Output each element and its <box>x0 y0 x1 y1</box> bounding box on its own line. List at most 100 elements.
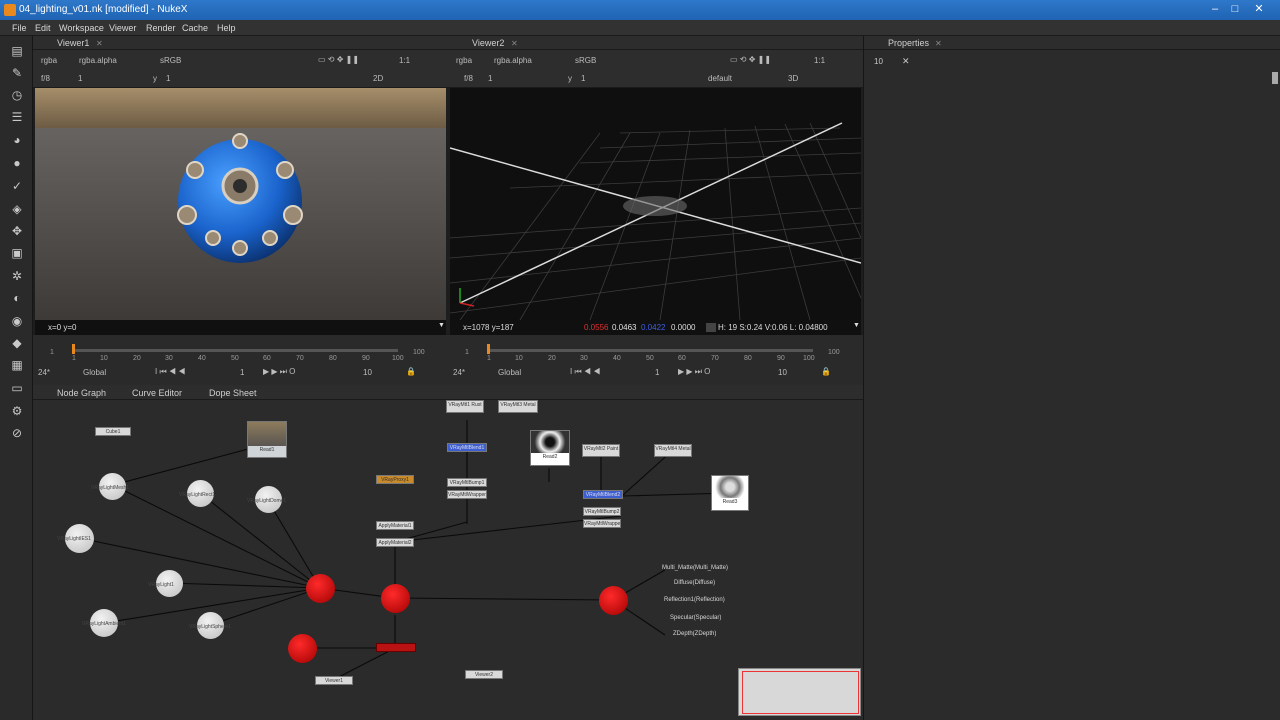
tab-viewer2[interactable]: Viewer2 <box>472 38 504 48</box>
zoom-select[interactable]: 1:1 <box>814 56 825 65</box>
read2-node[interactable]: Read2 <box>530 430 570 466</box>
viewer1-node[interactable]: Viewer1 <box>315 676 353 685</box>
lut-select[interactable]: sRGB <box>575 56 596 65</box>
close-icon[interactable]: ✕ <box>96 39 103 48</box>
camera-select[interactable]: default <box>708 74 732 83</box>
fps-select[interactable]: 24* <box>453 368 465 377</box>
menu-cache[interactable]: Cache <box>182 23 208 33</box>
furnace-tools-icon[interactable]: ⚙ <box>10 404 24 418</box>
lut-select[interactable]: sRGB <box>160 56 181 65</box>
alpha-select[interactable]: rgba.alpha <box>79 56 117 65</box>
viewer-icons[interactable]: ▭ ⟲ ✥ ❚❚ <box>318 55 359 64</box>
color-tools-icon[interactable]: ◕ <box>10 133 24 147</box>
y-field[interactable]: 1 <box>166 74 170 83</box>
current-frame[interactable]: 1 <box>240 368 244 377</box>
light-node[interactable]: VRayLight1 <box>148 570 183 597</box>
image-tools-icon[interactable]: ▤ <box>10 44 24 58</box>
pass-output[interactable]: Specular(Specular) <box>670 615 721 621</box>
vray-proxy-node[interactable]: VRayProxy1 <box>376 475 414 484</box>
menu-render[interactable]: Render <box>146 23 176 33</box>
node-graph-canvas[interactable]: Cube1 Read1 VRayLightMesh1 VRayLightRect… <box>33 400 863 720</box>
max-panels-field[interactable]: 10 <box>874 57 883 66</box>
views-tools-icon[interactable]: ◉ <box>10 314 24 328</box>
transform-tools-icon[interactable]: ✥ <box>10 224 24 238</box>
viewer2-canvas[interactable] <box>450 88 861 320</box>
playhead[interactable] <box>487 344 490 354</box>
channels-select[interactable]: rgba <box>456 56 472 65</box>
camera-node[interactable] <box>288 634 317 663</box>
alpha-select[interactable]: rgba.alpha <box>494 56 532 65</box>
close-icon[interactable]: ✕ <box>511 39 518 48</box>
vray-mtl1-node[interactable]: VRayMtl1 Rust <box>446 400 484 413</box>
tab-viewer1[interactable]: Viewer1 <box>57 38 89 48</box>
other-tools-icon[interactable]: ▭ <box>10 381 24 395</box>
apply-material1-node[interactable]: ApplyMaterial1 <box>376 521 414 530</box>
tab-curve-editor[interactable]: Curve Editor <box>132 388 182 398</box>
keyer-tools-icon[interactable]: ✓ <box>10 179 24 193</box>
frame-step[interactable]: 10 <box>363 368 372 377</box>
graph-navigator[interactable] <box>738 668 861 716</box>
fstop-select[interactable]: f/8 <box>464 74 473 83</box>
menu-file[interactable]: File <box>12 23 27 33</box>
fstop-select[interactable]: f/8 <box>41 74 50 83</box>
light-node[interactable]: VRayLightIES1 <box>57 524 94 553</box>
light-node[interactable]: VRayLightAmbient1 <box>82 609 126 637</box>
menu-viewer[interactable]: Viewer <box>109 23 136 33</box>
3d-tools-icon[interactable]: ▣ <box>10 246 24 260</box>
wrapper1-node[interactable]: VRayMtlWrapper1 <box>447 490 487 499</box>
merge-tools-icon[interactable]: ◈ <box>10 202 24 216</box>
light-node[interactable]: VRayLightMesh1 <box>91 473 129 500</box>
current-frame[interactable]: 1 <box>655 368 659 377</box>
vray-mtl3-node[interactable]: VRayMtl3 Metal <box>498 400 538 413</box>
filter-tools-icon[interactable]: ● <box>10 156 24 170</box>
read3-node[interactable]: Read3 <box>711 475 749 511</box>
close-icon[interactable]: ✕ <box>935 39 942 48</box>
playhead[interactable] <box>72 344 75 354</box>
frame-field[interactable]: 1 <box>488 74 492 83</box>
blend1-node[interactable]: VRayMtlBlend1 <box>447 443 487 452</box>
close-button[interactable]: ✕ <box>1250 2 1268 17</box>
vray-tools-icon[interactable]: ⊘ <box>10 426 24 440</box>
frame-step[interactable]: 10 <box>778 368 787 377</box>
playback-controls[interactable]: I ⏮ ◀ ◀ <box>570 367 600 377</box>
apply-material2-node[interactable]: ApplyMaterial2 <box>376 538 414 547</box>
read1-node[interactable]: Read1 <box>247 421 287 458</box>
maximize-button[interactable]: □ <box>1226 2 1244 17</box>
lock-icon[interactable]: 🔒 <box>406 367 416 376</box>
tab-properties[interactable]: Properties <box>888 38 929 48</box>
range-select[interactable]: Global <box>498 368 521 377</box>
menu-workspace[interactable]: Workspace <box>59 23 104 33</box>
draw-tools-icon[interactable]: ✎ <box>10 66 24 80</box>
play-forward-controls[interactable]: ▶ ▶ ⏭ O <box>678 367 710 377</box>
time-tools-icon[interactable]: ◷ <box>10 88 24 102</box>
dropdown-arrow-icon[interactable]: ▼ <box>853 322 860 329</box>
toolsets-icon[interactable]: ▦ <box>10 358 24 372</box>
y-field[interactable]: 1 <box>581 74 585 83</box>
minimize-button[interactable]: – <box>1206 2 1224 17</box>
bump1-node[interactable]: VRayMtlBump1 <box>447 478 487 487</box>
particles-tools-icon[interactable]: ✲ <box>10 269 24 283</box>
scrollbar[interactable] <box>1272 72 1278 84</box>
lock-icon[interactable]: 🔒 <box>821 367 831 376</box>
frame-field[interactable]: 1 <box>78 74 82 83</box>
menu-edit[interactable]: Edit <box>35 23 51 33</box>
light-node[interactable]: VRayLightSphere1 <box>189 612 231 639</box>
scanline-render-node[interactable] <box>381 584 410 613</box>
play-forward-controls[interactable]: ▶ ▶ ⏭ O <box>263 367 295 377</box>
scene-node[interactable] <box>306 574 335 603</box>
zoom-select[interactable]: 1:1 <box>399 56 410 65</box>
pass-output[interactable]: Reflection1(Reflection) <box>664 597 725 603</box>
dropdown-arrow-icon[interactable]: ▼ <box>438 322 445 329</box>
view-mode-select[interactable]: 2D <box>373 74 383 83</box>
blend2-node[interactable]: VRayMtlBlend2 <box>583 490 623 499</box>
clear-panels-icon[interactable]: ✕ <box>902 56 910 67</box>
pass-output[interactable]: Diffuse(Diffuse) <box>674 580 715 586</box>
viewer-icons[interactable]: ▭ ⟲ ✥ ❚❚ <box>730 55 771 64</box>
fps-select[interactable]: 24* <box>38 368 50 377</box>
vray-render-node[interactable] <box>599 586 628 615</box>
menu-help[interactable]: Help <box>217 23 236 33</box>
tab-dope-sheet[interactable]: Dope Sheet <box>209 388 257 398</box>
timeline-track[interactable] <box>73 349 398 352</box>
viewer1-canvas[interactable] <box>35 88 446 320</box>
playback-controls[interactable]: I ⏮ ◀ ◀ <box>155 367 185 377</box>
